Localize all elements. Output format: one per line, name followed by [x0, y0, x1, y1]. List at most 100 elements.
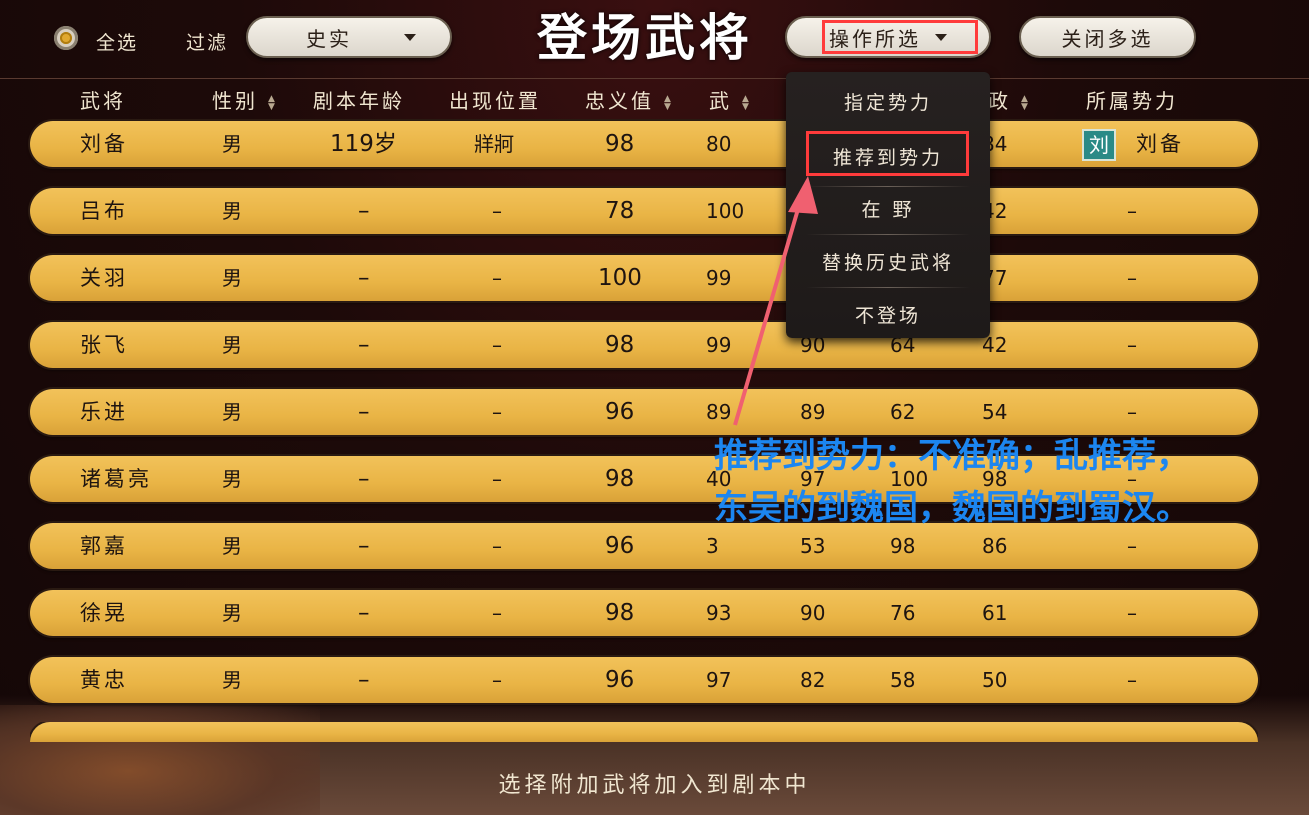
cell-age: –	[358, 399, 370, 425]
cell-location: –	[492, 601, 502, 625]
cell-loyalty: 98	[605, 332, 635, 358]
cell-gender: 男	[222, 132, 242, 156]
filter-value: 史实	[306, 26, 352, 51]
annotation-note: 推荐到势力：不准确；乱推荐，东吴的到魏国，魏国的到蜀汉。	[714, 436, 1190, 528]
annotation-highlight-operate	[822, 20, 978, 54]
annotation-highlight-recommend	[806, 131, 969, 176]
cell-faction: –	[1127, 333, 1137, 357]
cell-name: 张飞	[80, 333, 128, 357]
chevron-down-icon	[404, 33, 416, 41]
cell-location: –	[492, 534, 502, 558]
cell-gender: 男	[222, 668, 242, 692]
cell-war: 99	[706, 333, 732, 357]
cell-faction: –	[1127, 266, 1137, 290]
cell-gender: 男	[222, 199, 242, 223]
cell-lead: 90	[800, 601, 826, 625]
sort-icon: ▲ ▼	[742, 93, 752, 112]
cell-intel: 76	[890, 601, 916, 625]
menu-item-no-appearance[interactable]: 不登场	[786, 301, 990, 328]
cell-location: –	[492, 333, 502, 357]
cell-loyalty: 96	[605, 399, 635, 425]
cell-name: 刘备	[80, 132, 128, 156]
cell-gender: 男	[222, 534, 242, 558]
select-all-radio[interactable]	[54, 26, 78, 50]
cell-war: 80	[706, 132, 732, 156]
cell-loyalty: 98	[605, 466, 635, 492]
cell-name: 郭嘉	[80, 534, 128, 558]
cell-loyalty: 98	[605, 600, 635, 626]
close-multi-select-button[interactable]: 关闭多选	[1019, 16, 1196, 58]
cell-name: 关羽	[80, 266, 128, 290]
table-row[interactable]: 徐晃 男 – – 98 93 90 76 61 –	[30, 590, 1258, 636]
cell-intel: 58	[890, 668, 916, 692]
cell-name: 徐晃	[80, 601, 128, 625]
footer-hint: 选择附加武将加入到剧本中	[498, 773, 811, 798]
table-header: 武将 性别▲▼ 剧本年龄 出现位置 忠义值▲▼ 武▲▼ 统 政▲▼ 所属势力	[0, 78, 1309, 117]
cell-age: –	[358, 198, 370, 224]
header-location[interactable]: 出现位置	[449, 85, 541, 114]
sort-icon: ▲ ▼	[664, 93, 674, 112]
page-title: 登场武将	[537, 8, 753, 67]
cell-lead: 82	[800, 668, 826, 692]
cell-war: 93	[706, 601, 732, 625]
cell-location: –	[492, 266, 502, 290]
menu-divider	[806, 287, 970, 288]
header-faction[interactable]: 所属势力	[1086, 85, 1178, 114]
cell-name: 诸葛亮	[80, 467, 152, 491]
cell-intel: 62	[890, 400, 916, 424]
cell-loyalty: 78	[605, 198, 635, 224]
cell-age: –	[358, 533, 370, 559]
cell-faction: –	[1127, 601, 1137, 625]
sort-icon: ▲ ▼	[268, 93, 278, 112]
cell-name: 乐进	[80, 400, 128, 424]
cell-location: –	[492, 467, 502, 491]
cell-politics: 61	[982, 601, 1008, 625]
operate-menu: 指定势力 推荐到势力 在 野 替换历史武将 不登场	[786, 72, 990, 338]
table-row[interactable]: 张飞男 – –98 99 90 64 42–	[30, 322, 1258, 368]
cell-location: –	[492, 668, 502, 692]
header-gender[interactable]: 性别 ▲ ▼	[212, 85, 278, 114]
header-politics[interactable]: 政 ▲ ▼	[988, 85, 1031, 114]
cell-faction: –	[1127, 199, 1137, 223]
table-row[interactable]: 刘备男 119岁 牂牁 98 80 84 刘刘备	[30, 121, 1258, 167]
cell-gender: 男	[222, 400, 242, 424]
table-row-partial[interactable]	[30, 722, 1258, 742]
cell-gender: 男	[222, 266, 242, 290]
cell-gender: 男	[222, 601, 242, 625]
cell-lead: 89	[800, 400, 826, 424]
filter-dropdown[interactable]: 史实	[246, 16, 452, 58]
cell-loyalty: 96	[605, 667, 635, 693]
cell-age: 119岁	[330, 131, 397, 157]
cell-age: –	[358, 600, 370, 626]
table-row[interactable]: 关羽男 – –100 99 77–	[30, 255, 1258, 301]
select-all-label[interactable]: 全选	[96, 28, 138, 55]
header-loyalty[interactable]: 忠义值 ▲ ▼	[585, 85, 674, 114]
menu-item-ronin[interactable]: 在 野	[786, 195, 990, 222]
table-row[interactable]: 吕布男 – –78 100 42–	[30, 188, 1258, 234]
cell-gender: 男	[222, 333, 242, 357]
table-row[interactable]: 黄忠 男 – – 96 97 82 58 50 –	[30, 657, 1258, 703]
menu-divider	[806, 186, 970, 187]
cell-politics: 54	[982, 400, 1008, 424]
top-bar: 全选 过滤 史实 登场武将 操作所选 关闭多选	[0, 0, 1309, 76]
menu-divider	[806, 234, 970, 235]
table-row[interactable]: 乐进 男 – – 96 89 89 62 54 –	[30, 389, 1258, 435]
cell-age: –	[358, 265, 370, 291]
cell-age: –	[358, 466, 370, 492]
cell-war: 97	[706, 668, 732, 692]
menu-item-assign-faction[interactable]: 指定势力	[786, 88, 990, 115]
header-loyalty-label: 忠义值	[585, 89, 654, 113]
cell-war: 89	[706, 400, 732, 424]
header-gender-label: 性别	[212, 89, 258, 113]
header-age[interactable]: 剧本年龄	[313, 85, 405, 114]
cell-faction: 刘备	[1136, 132, 1184, 156]
header-name[interactable]: 武将	[80, 85, 126, 114]
sort-icon: ▲ ▼	[1021, 93, 1031, 112]
header-war-label: 武	[709, 89, 732, 113]
cell-politics: 50	[982, 668, 1008, 692]
header-war[interactable]: 武 ▲ ▼	[709, 85, 752, 114]
faction-badge: 刘	[1082, 129, 1116, 161]
cell-loyalty: 96	[605, 533, 635, 559]
menu-item-replace-historical[interactable]: 替换历史武将	[786, 248, 990, 275]
cell-location: –	[492, 199, 502, 223]
